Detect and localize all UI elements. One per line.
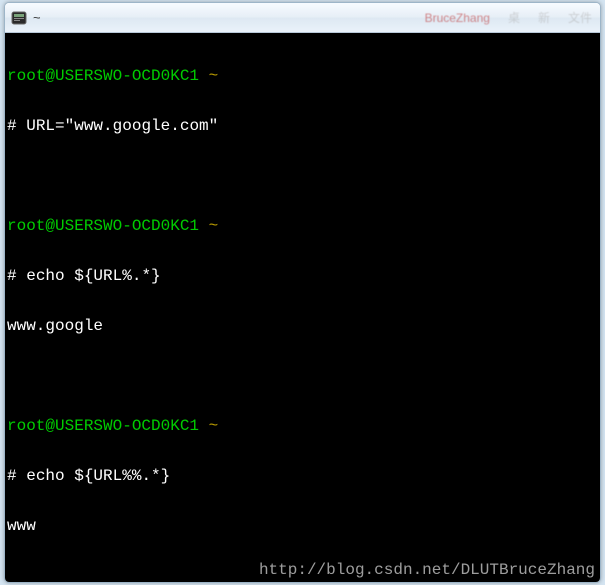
titlebar-right: BruceZhang 桌 新 文件 bbox=[425, 3, 592, 32]
command-output: www bbox=[7, 517, 36, 535]
command-line: echo ${URL%.*} bbox=[26, 267, 160, 285]
window-title: ~ bbox=[33, 10, 41, 25]
prompt-host: root@USERSWO-OCD0KC1 bbox=[7, 217, 199, 235]
command-line: URL="www.google.com" bbox=[26, 117, 218, 135]
terminal-window: ~ BruceZhang 桌 新 文件 root@USERSWO-OCD0KC1… bbox=[4, 2, 601, 583]
command-line: echo ${URL%%.*} bbox=[26, 467, 170, 485]
prompt-host: root@USERSWO-OCD0KC1 bbox=[7, 67, 199, 85]
titlebar-faded-3: 文件 bbox=[568, 9, 592, 26]
command-output: www.google bbox=[7, 317, 103, 335]
titlebar[interactable]: ~ BruceZhang 桌 新 文件 bbox=[5, 3, 600, 33]
titlebar-faded-2: 新 bbox=[538, 9, 550, 26]
app-icon bbox=[11, 10, 27, 26]
prompt-host: root@USERSWO-OCD0KC1 bbox=[7, 417, 199, 435]
prompt-hash: # bbox=[7, 267, 17, 285]
terminal-area[interactable]: root@USERSWO-OCD0KC1 ~ # URL="www.google… bbox=[5, 33, 600, 582]
prompt-tilde: ~ bbox=[209, 217, 219, 235]
titlebar-faded-1: 桌 bbox=[508, 9, 520, 26]
prompt-hash: # bbox=[7, 117, 17, 135]
prompt-tilde: ~ bbox=[209, 67, 219, 85]
prompt-hash: # bbox=[7, 467, 17, 485]
prompt-tilde: ~ bbox=[209, 417, 219, 435]
titlebar-user: BruceZhang bbox=[425, 11, 490, 25]
